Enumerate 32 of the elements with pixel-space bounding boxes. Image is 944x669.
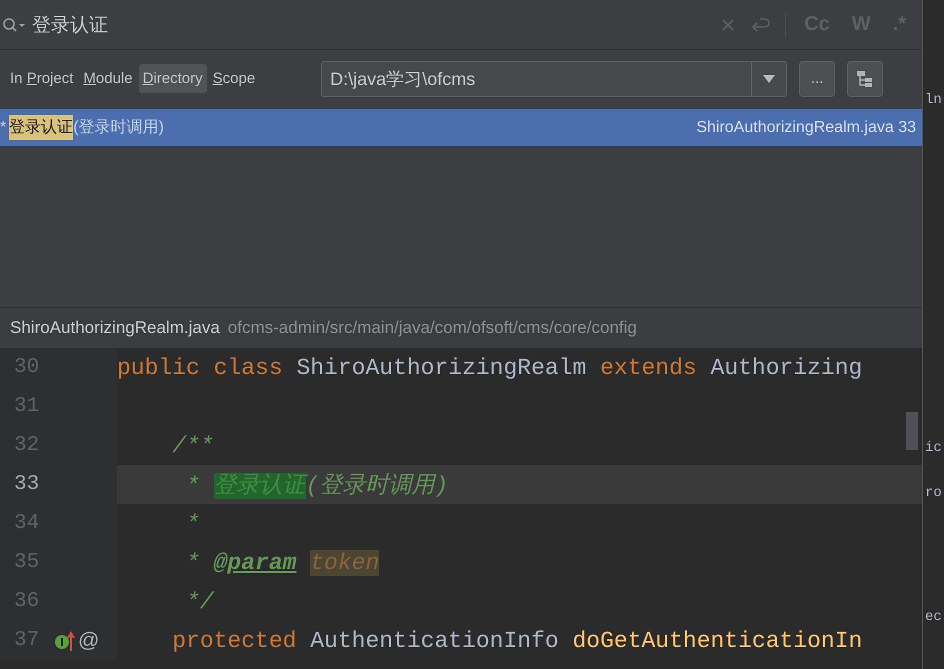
editor-text-fragment: ic	[924, 439, 943, 458]
scrollbar-thumb[interactable]	[906, 412, 918, 450]
result-text: (登录时调用)	[73, 118, 164, 138]
implements-icon[interactable]	[54, 628, 76, 652]
result-marker: *	[0, 118, 6, 136]
dropdown-button[interactable]	[751, 60, 788, 96]
search-field[interactable]: 登录认证	[32, 14, 708, 36]
scope-tab[interactable]: In Project	[6, 64, 78, 93]
file-path: ofcms-admin/src/main/java/com/ofsoft/cms/core/config	[228, 318, 637, 338]
editor-text-fragment: ro	[924, 484, 943, 503]
scope-tab[interactable]: Directory	[138, 64, 207, 93]
editor-text-fragment: ec	[924, 608, 943, 627]
code-line: * @param token	[185, 550, 380, 576]
code-line: public class ShiroAuthorizingRealm extends Authorizing	[117, 354, 862, 380]
directory-field[interactable]: D:\java学习\ofcms	[321, 60, 752, 96]
module-tree-button[interactable]	[847, 60, 884, 96]
code-line: protected AuthenticationInfo doGetAuthenticationIn	[171, 628, 862, 654]
code-line: */	[185, 588, 214, 614]
search-result-row[interactable]: * 登录认证(登录时调用) ShiroAuthorizingRealm.java 33	[0, 109, 922, 146]
browse-button[interactable]: ...	[799, 60, 836, 96]
caret-icon[interactable]	[762, 74, 776, 84]
search-icon[interactable]	[2, 16, 26, 34]
file-name: ShiroAuthorizingRealm.java	[10, 318, 220, 338]
line-number: 33	[13, 473, 40, 496]
editor-text-fragment: ln	[924, 91, 943, 110]
annotation-mark[interactable]: @	[78, 628, 100, 652]
code-line: *	[185, 510, 200, 536]
scope-tab[interactable]: Module	[79, 64, 137, 93]
code-line: /**	[171, 432, 214, 458]
result-location: ShiroAuthorizingRealm.java 33	[696, 118, 916, 136]
match-highlight: 登录认证	[9, 115, 74, 140]
scope-tab[interactable]: Scope	[208, 64, 260, 93]
